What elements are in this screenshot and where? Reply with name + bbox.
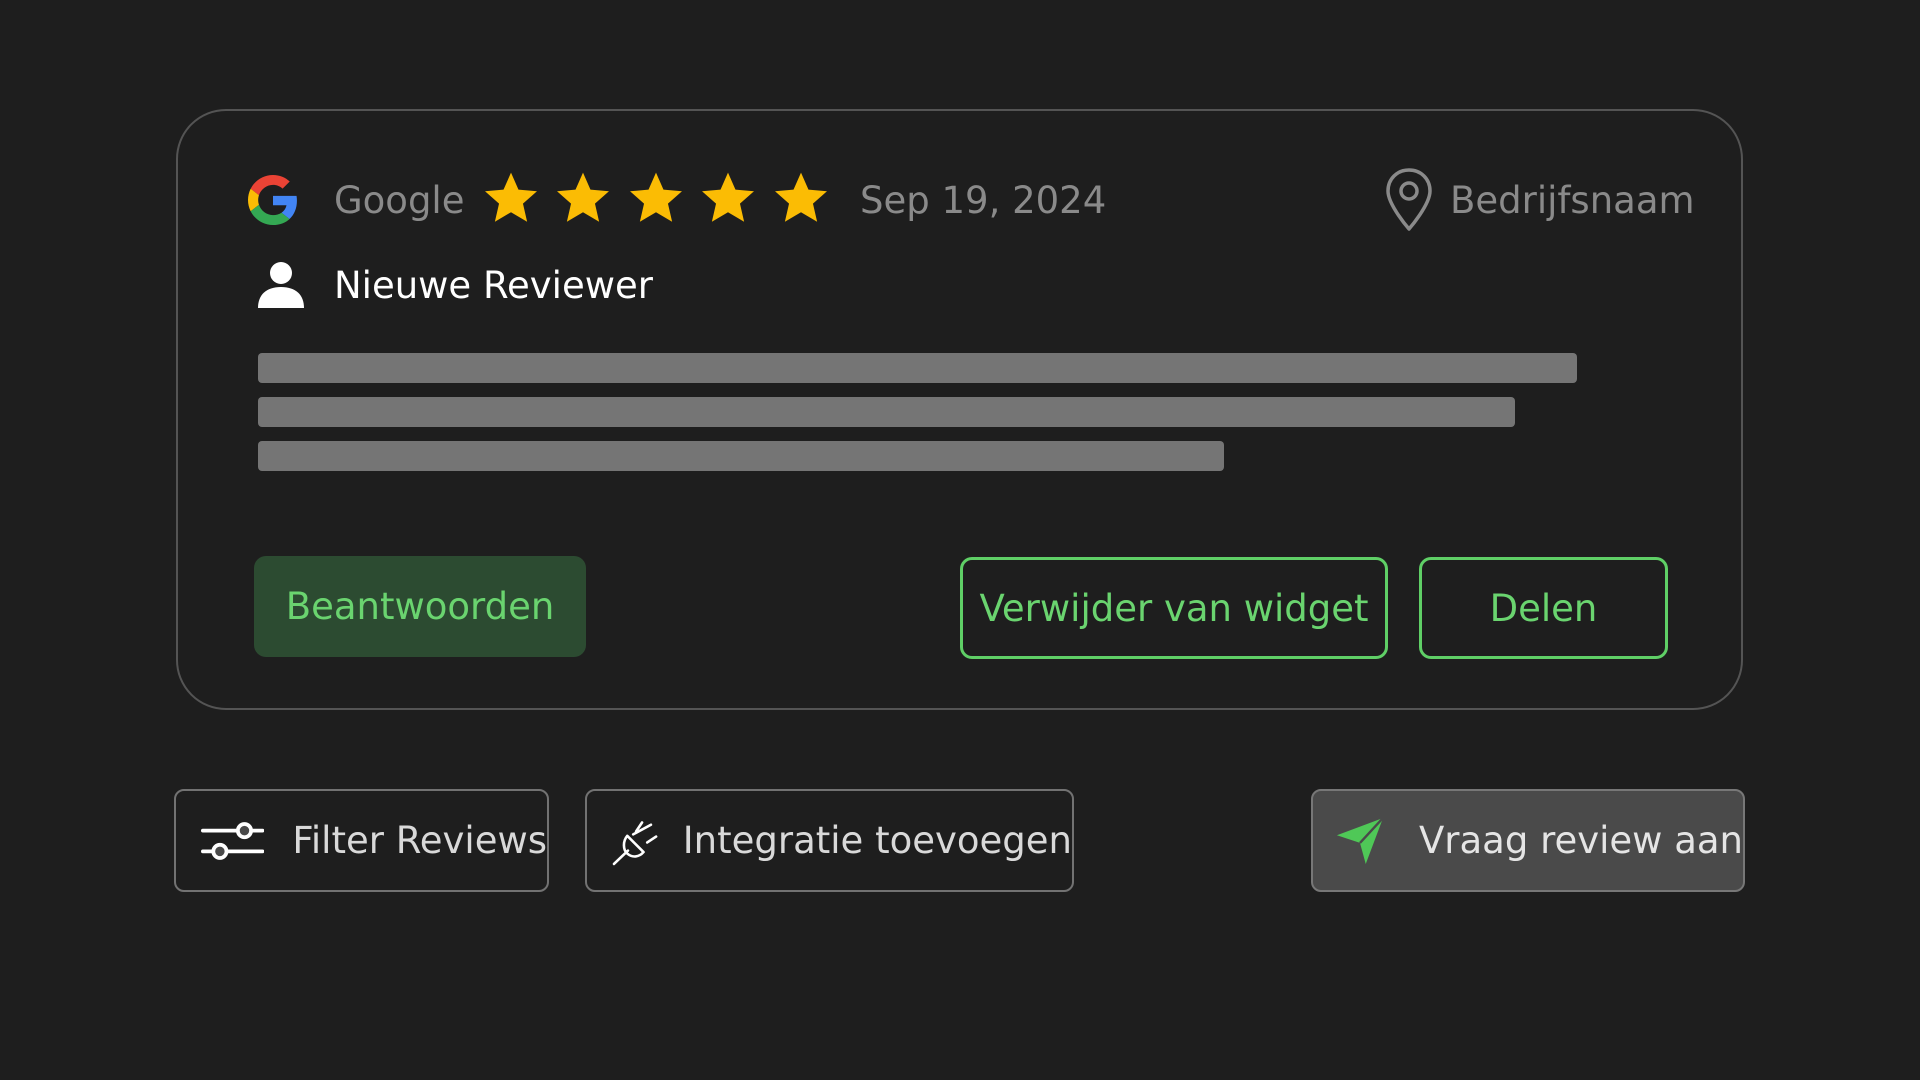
star-icon: [775, 172, 827, 222]
request-review-button[interactable]: Vraag review aan: [1311, 789, 1745, 892]
sliders-icon: [201, 821, 265, 860]
filter-reviews-button[interactable]: Filter Reviews: [174, 789, 549, 892]
plug-icon: [612, 820, 658, 865]
review-card: Google Sep 19, 2024 Bedrijfsnaam Nieuwe …: [176, 109, 1743, 710]
paper-plane-icon: [1336, 816, 1384, 864]
reviewer-name: Nieuwe Reviewer: [334, 264, 653, 307]
filter-reviews-label: Filter Reviews: [292, 819, 547, 862]
remove-from-widget-button[interactable]: Verwijder van widget: [960, 557, 1388, 659]
add-integration-label: Integratie toevoegen: [682, 819, 1072, 862]
star-icon: [557, 172, 609, 222]
review-text-line: [258, 397, 1515, 427]
business-name: Bedrijfsnaam: [1450, 179, 1695, 222]
review-text-line: [258, 353, 1577, 383]
star-icon: [702, 172, 754, 222]
review-source: Google: [334, 179, 465, 222]
star-icon: [630, 172, 682, 222]
share-button[interactable]: Delen: [1419, 557, 1668, 659]
star-icon: [485, 172, 537, 222]
user-icon: [258, 262, 304, 308]
map-pin-icon: [1386, 168, 1432, 231]
review-text-line: [258, 441, 1224, 471]
review-date: Sep 19, 2024: [860, 179, 1107, 222]
request-review-label: Vraag review aan: [1418, 819, 1743, 862]
add-integration-button[interactable]: Integratie toevoegen: [585, 789, 1074, 892]
google-logo-icon: [248, 175, 297, 225]
reply-button[interactable]: Beantwoorden: [254, 556, 586, 657]
